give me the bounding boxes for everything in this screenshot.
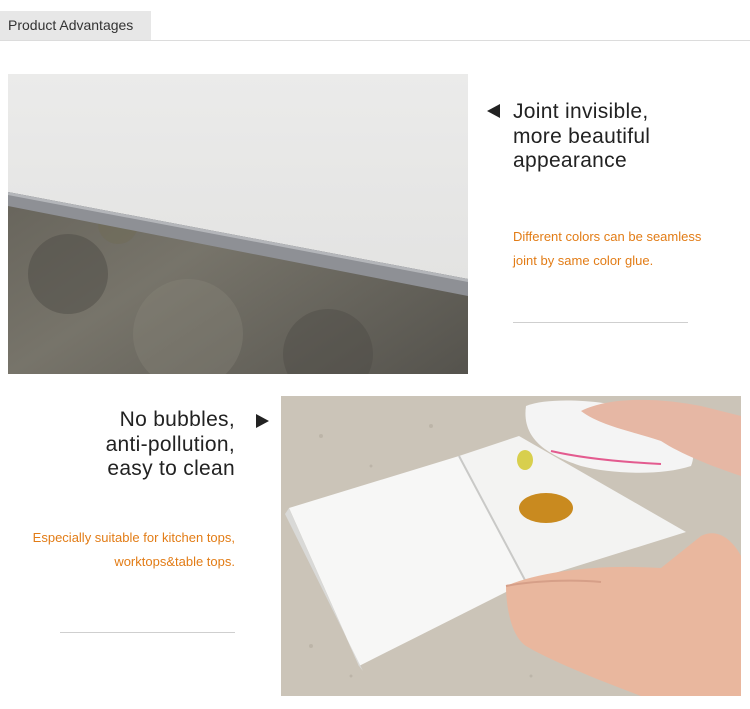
heading-line: more beautiful	[513, 124, 651, 148]
heading-line: Joint invisible,	[513, 100, 649, 123]
description-line: joint by same color glue.	[513, 253, 654, 268]
section-2-description: Especially suitable for kitchen tops, wo…	[5, 526, 235, 574]
triangle-right-icon	[256, 414, 269, 428]
description-line: worktops&table tops.	[114, 554, 235, 569]
section-tab-label: Product Advantages	[8, 17, 134, 33]
description-line: Different colors can be seamless	[513, 229, 702, 244]
heading-line: easy to clean	[107, 457, 235, 480]
heading-line: appearance	[513, 149, 627, 172]
section-1-description: Different colors can be seamless joint b…	[513, 225, 743, 273]
seam-closeup-photo	[8, 74, 468, 374]
section-1-heading: Joint invisible, more beautiful appearan…	[513, 100, 743, 174]
triangle-left-icon	[487, 104, 500, 118]
section-2-heading: No bubbles, anti-pollution, easy to clea…	[40, 408, 235, 482]
description-line: Especially suitable for kitchen tops,	[32, 530, 235, 545]
heading-line: No bubbles,	[119, 408, 235, 431]
tile-cleaning-photo	[281, 396, 741, 696]
section-tab: Product Advantages	[0, 11, 151, 40]
header-divider	[0, 40, 750, 41]
section-2-divider	[60, 632, 235, 633]
heading-line: anti-pollution,	[105, 432, 235, 456]
section-1-divider	[513, 322, 688, 323]
